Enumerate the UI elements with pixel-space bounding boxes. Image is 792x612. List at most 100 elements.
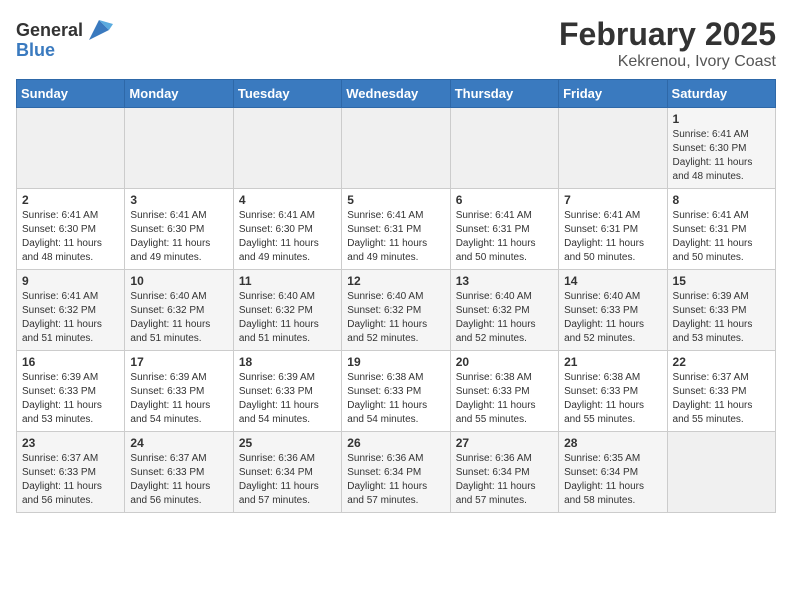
- page-title: February 2025: [559, 16, 776, 53]
- weekday-header-tuesday: Tuesday: [233, 80, 341, 108]
- day-info: Sunrise: 6:40 AM Sunset: 6:32 PM Dayligh…: [239, 290, 336, 346]
- day-number: 27: [456, 436, 553, 450]
- day-number: 3: [130, 193, 227, 207]
- calendar-week-row: 1 Sunrise: 6:41 AM Sunset: 6:30 PM Daylig…: [17, 108, 776, 189]
- calendar-week-row: 23 Sunrise: 6:37 AM Sunset: 6:33 PM Dayli…: [17, 432, 776, 513]
- day-info: Sunrise: 6:40 AM Sunset: 6:33 PM Dayligh…: [564, 290, 661, 346]
- day-info: Sunrise: 6:39 AM Sunset: 6:33 PM Dayligh…: [22, 371, 119, 427]
- day-info: Sunrise: 6:41 AM Sunset: 6:30 PM Dayligh…: [239, 209, 336, 265]
- calendar-cell: 5 Sunrise: 6:41 AM Sunset: 6:31 PM Daylig…: [342, 189, 450, 270]
- day-info: Sunrise: 6:37 AM Sunset: 6:33 PM Dayligh…: [130, 452, 227, 508]
- day-info: Sunrise: 6:39 AM Sunset: 6:33 PM Dayligh…: [239, 371, 336, 427]
- page-header: General Blue February 2025 Kekrenou, Ivo…: [16, 16, 776, 71]
- day-info: Sunrise: 6:39 AM Sunset: 6:33 PM Dayligh…: [673, 290, 770, 346]
- calendar-cell: 4Sunrise: 6:41 AM Sunset: 6:30 PM Daylig…: [233, 189, 341, 270]
- day-number: 13: [456, 274, 553, 288]
- day-info: Sunrise: 6:40 AM Sunset: 6:32 PM Dayligh…: [347, 290, 444, 346]
- day-number: 10: [130, 274, 227, 288]
- calendar-cell: 24 Sunrise: 6:37 AM Sunset: 6:33 PM Dayli…: [125, 432, 233, 513]
- weekday-header-monday: Monday: [125, 80, 233, 108]
- weekday-header-wednesday: Wednesday: [342, 80, 450, 108]
- calendar-cell: 17 Sunrise: 6:39 AM Sunset: 6:33 PM Dayli…: [125, 351, 233, 432]
- day-number: 19: [347, 355, 444, 369]
- day-info: Sunrise: 6:38 AM Sunset: 6:33 PM Dayligh…: [564, 371, 661, 427]
- calendar-cell: 9 Sunrise: 6:41 AM Sunset: 6:32 PM Daylig…: [17, 270, 125, 351]
- day-number: 26: [347, 436, 444, 450]
- day-info: Sunrise: 6:40 AM Sunset: 6:32 PM Dayligh…: [130, 290, 227, 346]
- calendar-week-row: 16 Sunrise: 6:39 AM Sunset: 6:33 PM Dayli…: [17, 351, 776, 432]
- calendar-cell: [450, 108, 558, 189]
- day-info: Sunrise: 6:35 AM Sunset: 6:34 PM Dayligh…: [564, 452, 661, 508]
- day-number: 17: [130, 355, 227, 369]
- calendar-cell: 23 Sunrise: 6:37 AM Sunset: 6:33 PM Dayli…: [17, 432, 125, 513]
- calendar-cell: 2 Sunrise: 6:41 AM Sunset: 6:30 PM Daylig…: [17, 189, 125, 270]
- weekday-header-sunday: Sunday: [17, 80, 125, 108]
- weekday-header-friday: Friday: [559, 80, 667, 108]
- day-info: Sunrise: 6:41 AM Sunset: 6:30 PM Dayligh…: [673, 128, 770, 184]
- day-info: Sunrise: 6:37 AM Sunset: 6:33 PM Dayligh…: [22, 452, 119, 508]
- calendar-cell: 10 Sunrise: 6:40 AM Sunset: 6:32 PM Dayli…: [125, 270, 233, 351]
- day-info: Sunrise: 6:36 AM Sunset: 6:34 PM Dayligh…: [456, 452, 553, 508]
- calendar-cell: 13 Sunrise: 6:40 AM Sunset: 6:32 PM Dayli…: [450, 270, 558, 351]
- day-number: 5: [347, 193, 444, 207]
- calendar-cell: 25Sunrise: 6:36 AM Sunset: 6:34 PM Dayli…: [233, 432, 341, 513]
- calendar-cell: 18 Sunrise: 6:39 AM Sunset: 6:33 PM Dayli…: [233, 351, 341, 432]
- day-info: Sunrise: 6:41 AM Sunset: 6:31 PM Dayligh…: [673, 209, 770, 265]
- day-number: 28: [564, 436, 661, 450]
- calendar-cell: 3 Sunrise: 6:41 AM Sunset: 6:30 PM Daylig…: [125, 189, 233, 270]
- calendar-header-row: SundayMondayTuesdayWednesdayThursdayFrid…: [17, 80, 776, 108]
- day-info: Sunrise: 6:41 AM Sunset: 6:32 PM Dayligh…: [22, 290, 119, 346]
- day-info: Sunrise: 6:36 AM Sunset: 6:34 PM Dayligh…: [347, 452, 444, 508]
- title-block: February 2025 Kekrenou, Ivory Coast: [559, 16, 776, 71]
- logo-blue-text: Blue: [16, 40, 55, 61]
- day-info: Sunrise: 6:41 AM Sunset: 6:31 PM Dayligh…: [456, 209, 553, 265]
- calendar-cell: 7Sunrise: 6:41 AM Sunset: 6:31 PM Daylig…: [559, 189, 667, 270]
- day-number: 2: [22, 193, 119, 207]
- calendar-week-row: 9 Sunrise: 6:41 AM Sunset: 6:32 PM Daylig…: [17, 270, 776, 351]
- day-info: Sunrise: 6:41 AM Sunset: 6:31 PM Dayligh…: [564, 209, 661, 265]
- calendar-cell: 20 Sunrise: 6:38 AM Sunset: 6:33 PM Dayli…: [450, 351, 558, 432]
- logo-icon: [85, 16, 113, 44]
- day-info: Sunrise: 6:41 AM Sunset: 6:30 PM Dayligh…: [130, 209, 227, 265]
- calendar-cell: 19 Sunrise: 6:38 AM Sunset: 6:33 PM Dayli…: [342, 351, 450, 432]
- calendar-cell: 15Sunrise: 6:39 AM Sunset: 6:33 PM Dayli…: [667, 270, 775, 351]
- day-number: 16: [22, 355, 119, 369]
- calendar-cell: 16 Sunrise: 6:39 AM Sunset: 6:33 PM Dayli…: [17, 351, 125, 432]
- calendar-cell: 1 Sunrise: 6:41 AM Sunset: 6:30 PM Daylig…: [667, 108, 775, 189]
- calendar-cell: [342, 108, 450, 189]
- page-subtitle: Kekrenou, Ivory Coast: [559, 53, 776, 71]
- calendar-cell: 21 Sunrise: 6:38 AM Sunset: 6:33 PM Dayli…: [559, 351, 667, 432]
- day-info: Sunrise: 6:41 AM Sunset: 6:30 PM Dayligh…: [22, 209, 119, 265]
- day-number: 1: [673, 112, 770, 126]
- day-number: 20: [456, 355, 553, 369]
- day-info: Sunrise: 6:40 AM Sunset: 6:32 PM Dayligh…: [456, 290, 553, 346]
- day-info: Sunrise: 6:39 AM Sunset: 6:33 PM Dayligh…: [130, 371, 227, 427]
- day-info: Sunrise: 6:38 AM Sunset: 6:33 PM Dayligh…: [347, 371, 444, 427]
- day-number: 23: [22, 436, 119, 450]
- calendar-cell: 8 Sunrise: 6:41 AM Sunset: 6:31 PM Daylig…: [667, 189, 775, 270]
- day-number: 9: [22, 274, 119, 288]
- day-info: Sunrise: 6:41 AM Sunset: 6:31 PM Dayligh…: [347, 209, 444, 265]
- day-number: 6: [456, 193, 553, 207]
- logo: General Blue: [16, 16, 113, 61]
- calendar-cell: [667, 432, 775, 513]
- day-info: Sunrise: 6:38 AM Sunset: 6:33 PM Dayligh…: [456, 371, 553, 427]
- day-number: 24: [130, 436, 227, 450]
- calendar-cell: 27 Sunrise: 6:36 AM Sunset: 6:34 PM Dayli…: [450, 432, 558, 513]
- day-info: Sunrise: 6:36 AM Sunset: 6:34 PM Dayligh…: [239, 452, 336, 508]
- calendar-cell: 14 Sunrise: 6:40 AM Sunset: 6:33 PM Dayli…: [559, 270, 667, 351]
- day-number: 14: [564, 274, 661, 288]
- logo-general-text: General: [16, 20, 83, 41]
- calendar-cell: 22Sunrise: 6:37 AM Sunset: 6:33 PM Dayli…: [667, 351, 775, 432]
- calendar-table: SundayMondayTuesdayWednesdayThursdayFrid…: [16, 79, 776, 513]
- day-number: 11: [239, 274, 336, 288]
- calendar-cell: 6 Sunrise: 6:41 AM Sunset: 6:31 PM Daylig…: [450, 189, 558, 270]
- day-number: 18: [239, 355, 336, 369]
- calendar-cell: 26 Sunrise: 6:36 AM Sunset: 6:34 PM Dayli…: [342, 432, 450, 513]
- weekday-header-thursday: Thursday: [450, 80, 558, 108]
- calendar-cell: 12Sunrise: 6:40 AM Sunset: 6:32 PM Dayli…: [342, 270, 450, 351]
- day-number: 21: [564, 355, 661, 369]
- day-number: 22: [673, 355, 770, 369]
- day-number: 8: [673, 193, 770, 207]
- calendar-cell: 11 Sunrise: 6:40 AM Sunset: 6:32 PM Dayli…: [233, 270, 341, 351]
